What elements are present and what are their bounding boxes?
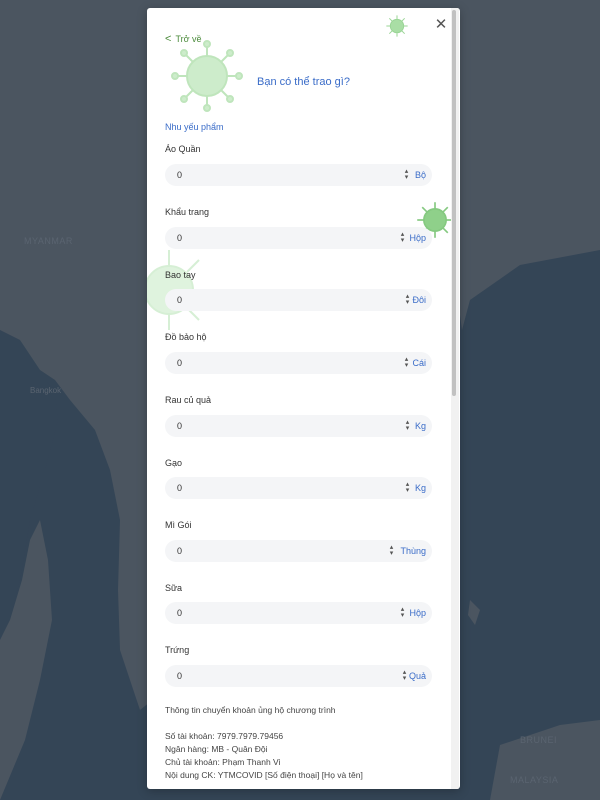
- unit-label: Bộ: [414, 170, 426, 180]
- quantity-value: 0: [177, 483, 183, 493]
- unit-label: Đôi: [412, 295, 426, 305]
- scrollbar[interactable]: [451, 8, 459, 789]
- spinner-icon[interactable]: ▴ ▾: [403, 168, 410, 181]
- unit-label: Thùng: [400, 546, 426, 556]
- map-label-brunei: BRUNEI: [520, 735, 558, 745]
- map-label-malaysia: MALAYSIA: [510, 775, 559, 785]
- field-label: Mì Gói: [165, 520, 192, 530]
- quantity-input[interactable]: 0 ▴ ▾ Hộp: [165, 602, 432, 624]
- modal-title: Bạn có thể trao gì?: [257, 76, 350, 88]
- unit-label: Hộp: [409, 233, 426, 243]
- map-label-myanmar: MYANMAR: [24, 236, 73, 246]
- field-label: Rau củ quả: [165, 395, 212, 405]
- spinner-icon[interactable]: ▴ ▾: [401, 669, 408, 682]
- quantity-value: 0: [177, 608, 183, 618]
- donation-modal: ✕ < Trở về Bạn có thể trao gì? Nhu yếu p…: [147, 8, 460, 789]
- unit-label: Kg: [414, 421, 426, 431]
- spinner-icon[interactable]: ▴ ▾: [404, 293, 411, 306]
- field-label: Gạo: [165, 458, 183, 468]
- back-link[interactable]: < Trở về: [165, 33, 202, 45]
- bank-name: Ngân hàng: MB - Quân Đội: [165, 744, 268, 754]
- account-number: Số tài khoản: 7979.7979.79456: [165, 731, 284, 741]
- unit-label: Quả: [408, 671, 426, 681]
- close-icon[interactable]: ✕: [434, 17, 448, 32]
- spinner-icon[interactable]: ▴ ▾: [399, 231, 406, 244]
- quantity-value: 0: [177, 295, 183, 305]
- quantity-value: 0: [177, 671, 183, 681]
- field-label: Đồ bảo hộ: [165, 332, 207, 342]
- quantity-value: 0: [177, 358, 183, 368]
- field-label: Khẩu trang: [165, 207, 210, 217]
- back-label: Trở về: [175, 34, 202, 44]
- scrollbar-thumb[interactable]: [452, 10, 456, 396]
- spinner-icon[interactable]: ▴ ▾: [388, 544, 395, 557]
- field-label: Bao tay: [165, 270, 196, 280]
- quantity-input[interactable]: 0 ▴ ▾ Quả: [165, 665, 432, 687]
- unit-label: Kg: [414, 483, 426, 493]
- transfer-content: Nội dung CK: YTMCOVID [Số điện thoại] [H…: [165, 770, 363, 780]
- field-label: Sữa: [165, 583, 183, 593]
- section-link-essentials[interactable]: Nhu yếu phẩm: [165, 122, 224, 132]
- quantity-value: 0: [177, 546, 183, 556]
- spinner-icon[interactable]: ▴ ▾: [404, 419, 411, 432]
- spinner-icon[interactable]: ▴ ▾: [404, 481, 411, 494]
- quantity-value: 0: [177, 233, 183, 243]
- chevron-left-icon: <: [165, 33, 172, 45]
- quantity-input[interactable]: 0 ▴ ▾ Kg: [165, 477, 432, 499]
- quantity-value: 0: [177, 421, 183, 431]
- spinner-icon[interactable]: ▴ ▾: [399, 606, 406, 619]
- quantity-input[interactable]: 0 ▴ ▾ Kg: [165, 415, 432, 437]
- transfer-heading: Thông tin chuyển khoản ủng hộ chương trì…: [165, 705, 336, 715]
- quantity-input[interactable]: 0 ▴ ▾ Thùng: [165, 540, 432, 562]
- unit-label: Hộp: [409, 608, 426, 618]
- virus-decoration-icon: [386, 15, 408, 37]
- quantity-value: 0: [177, 170, 183, 180]
- spinner-icon[interactable]: ▴ ▾: [403, 356, 410, 369]
- unit-label: Cái: [412, 358, 426, 368]
- quantity-input[interactable]: 0 ▴ ▾ Hộp: [165, 227, 432, 249]
- quantity-input[interactable]: 0 ▴ ▾ Cái: [165, 352, 432, 374]
- field-label: Áo Quần: [165, 144, 201, 154]
- account-holder: Chủ tài khoản: Phạm Thanh Vi: [165, 757, 281, 767]
- map-label-bangkok: Bangkok: [30, 386, 62, 395]
- field-label: Trứng: [165, 645, 190, 655]
- virus-decoration-icon: [171, 40, 243, 112]
- quantity-input[interactable]: 0 ▴ ▾ Bộ: [165, 164, 432, 186]
- quantity-input[interactable]: 0 ▴ ▾ Đôi: [165, 289, 432, 311]
